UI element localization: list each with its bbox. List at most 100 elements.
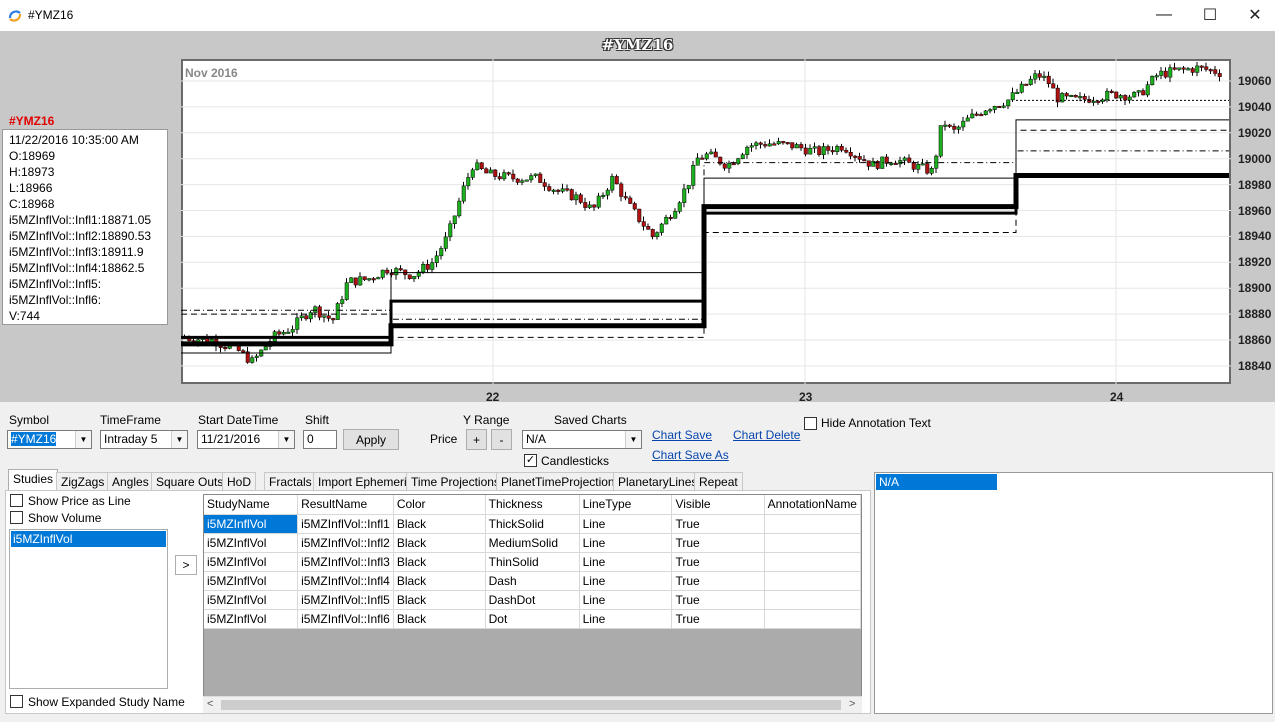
apply-button[interactable]: Apply (343, 429, 399, 450)
tab-planetary-lines[interactable]: PlanetaryLines (613, 472, 703, 491)
table-cell[interactable]: Line (579, 533, 673, 553)
table-cell[interactable]: i5MZInflVol (204, 590, 299, 610)
saved-charts-combo[interactable]: N/A ▼ (522, 430, 642, 449)
timeframe-combo[interactable]: Intraday 5 ▼ (100, 430, 188, 449)
tab-square-outs[interactable]: Square Outs (151, 472, 229, 491)
symbol-combo[interactable]: #YMZ16 ▼ (7, 430, 92, 449)
grid-horizontal-scrollbar[interactable]: < > (203, 696, 862, 713)
tab-planet-time-projections[interactable]: PlanetTimeProjections (496, 472, 626, 491)
shift-input[interactable]: 0 (303, 430, 337, 449)
start-datetime-picker[interactable]: 11/21/2016 ▼ (197, 430, 295, 449)
y-range-minus-button[interactable]: - (491, 429, 512, 450)
chevron-down-icon[interactable]: ▼ (278, 431, 294, 448)
maximize-button[interactable]: ☐ (1187, 0, 1233, 30)
tab-fractals[interactable]: Fractals (264, 472, 317, 491)
study-list[interactable]: i5MZInflVol (9, 529, 168, 689)
table-cell[interactable]: i5MZInflVol::Infl2 (297, 533, 394, 553)
close-button[interactable]: ✕ (1232, 0, 1275, 30)
show-expanded-checkbox[interactable] (10, 695, 23, 708)
tab-repeat[interactable]: Repeat (694, 472, 743, 491)
column-header[interactable]: Color (393, 495, 486, 515)
column-header[interactable]: LineType (579, 495, 673, 515)
hide-annotation-checkbox[interactable] (804, 417, 817, 430)
table-cell[interactable]: ThickSolid (485, 514, 580, 534)
tab-hod[interactable]: HoD (222, 472, 257, 491)
column-header[interactable]: Thickness (485, 495, 580, 515)
table-row[interactable]: i5MZInflVol i5MZInflVol::Infl6 Black Dot… (204, 609, 861, 629)
table-cell[interactable]: True (671, 590, 765, 610)
candlesticks-checkbox[interactable]: ✓ (524, 454, 537, 467)
scroll-thumb[interactable] (221, 700, 841, 710)
table-cell[interactable]: Black (393, 571, 486, 591)
table-cell[interactable]: Line (579, 514, 673, 534)
table-cell[interactable]: i5MZInflVol::Infl3 (297, 552, 394, 572)
table-cell[interactable]: Black (393, 609, 486, 629)
column-header[interactable]: AnnotationName (764, 495, 861, 515)
table-cell[interactable]: Black (393, 533, 486, 553)
table-cell[interactable]: i5MZInflVol (204, 552, 299, 572)
study-list-item[interactable]: i5MZInflVol (11, 531, 166, 547)
table-cell[interactable]: Dot (485, 609, 580, 629)
table-cell[interactable]: True (671, 609, 765, 629)
table-cell[interactable] (764, 590, 861, 610)
y-range-plus-button[interactable]: + (466, 429, 487, 450)
table-row[interactable]: i5MZInflVol i5MZInflVol::Infl5 Black Das… (204, 590, 861, 610)
table-cell[interactable]: True (671, 571, 765, 591)
chevron-down-icon[interactable]: ▼ (75, 431, 91, 448)
table-cell[interactable]: i5MZInflVol (204, 514, 299, 534)
table-cell[interactable]: Line (579, 552, 673, 572)
price-chart[interactable] (181, 59, 1231, 384)
annotation-list[interactable]: N/A (874, 472, 1273, 714)
table-cell[interactable] (764, 571, 861, 591)
table-row[interactable]: i5MZInflVol i5MZInflVol::Infl2 Black Med… (204, 533, 861, 553)
column-header[interactable]: ResultName (297, 495, 394, 515)
chevron-down-icon[interactable]: ▼ (625, 431, 641, 448)
table-cell[interactable]: Dash (485, 571, 580, 591)
chart-save-link[interactable]: Chart Save (652, 428, 712, 442)
table-cell[interactable] (764, 533, 861, 553)
table-cell[interactable]: Black (393, 552, 486, 572)
table-cell[interactable]: i5MZInflVol::Infl1 (297, 514, 394, 534)
table-row[interactable]: i5MZInflVol i5MZInflVol::Infl3 Black Thi… (204, 552, 861, 572)
table-cell[interactable]: i5MZInflVol (204, 571, 299, 591)
table-cell[interactable]: i5MZInflVol::Infl5 (297, 590, 394, 610)
table-cell[interactable]: Black (393, 514, 486, 534)
tab-angles[interactable]: Angles (107, 472, 154, 491)
column-header[interactable]: StudyName (204, 495, 299, 515)
table-cell[interactable]: i5MZInflVol (204, 533, 299, 553)
column-header[interactable]: Visible (671, 495, 765, 515)
table-cell[interactable]: Line (579, 571, 673, 591)
move-study-button[interactable]: > (175, 555, 197, 575)
table-cell[interactable]: MediumSolid (485, 533, 580, 553)
table-cell[interactable]: i5MZInflVol (204, 609, 299, 629)
show-price-line-checkbox[interactable] (10, 494, 23, 507)
chart-save-as-link[interactable]: Chart Save As (652, 448, 729, 462)
table-cell[interactable]: True (671, 552, 765, 572)
table-cell[interactable]: Line (579, 590, 673, 610)
show-volume-checkbox[interactable] (10, 511, 23, 524)
table-row[interactable]: i5MZInflVol i5MZInflVol::Infl1 Black Thi… (204, 514, 861, 534)
table-cell[interactable]: True (671, 514, 765, 534)
table-cell[interactable]: Line (579, 609, 673, 629)
table-cell[interactable]: i5MZInflVol::Infl6 (297, 609, 394, 629)
table-cell[interactable] (764, 552, 861, 572)
table-cell[interactable] (764, 609, 861, 629)
table-cell[interactable] (764, 514, 861, 534)
tab-time-projections[interactable]: Time Projections (406, 472, 505, 491)
annotation-list-item[interactable]: N/A (876, 474, 997, 490)
scroll-right-icon[interactable]: > (849, 698, 855, 710)
table-cell[interactable]: Black (393, 590, 486, 610)
minimize-button[interactable]: — (1141, 0, 1187, 30)
chart-delete-link[interactable]: Chart Delete (733, 428, 800, 442)
table-cell[interactable]: True (671, 533, 765, 553)
chevron-down-icon[interactable]: ▼ (171, 431, 187, 448)
table-cell[interactable]: ThinSolid (485, 552, 580, 572)
table-row[interactable]: i5MZInflVol i5MZInflVol::Infl4 Black Das… (204, 571, 861, 591)
scroll-left-icon[interactable]: < (207, 698, 213, 710)
tab-zigzags[interactable]: ZigZags (56, 472, 110, 491)
tab-studies[interactable]: Studies (8, 469, 59, 492)
tab-import-ephemeris[interactable]: Import Ephemeris (313, 472, 418, 491)
study-results-grid[interactable]: StudyName ResultName Color Thickness Lin… (203, 494, 862, 713)
table-cell[interactable]: DashDot (485, 590, 580, 610)
table-cell[interactable]: i5MZInflVol::Infl4 (297, 571, 394, 591)
